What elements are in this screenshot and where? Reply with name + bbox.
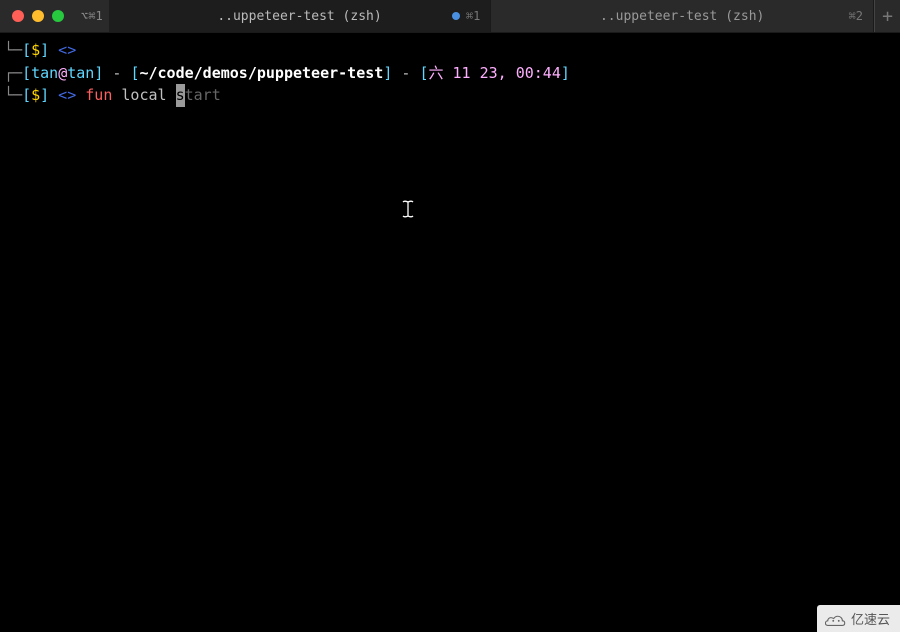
bracket: ] <box>40 39 49 62</box>
angle-marker: <> <box>49 39 85 62</box>
command-fun: fun <box>85 84 112 107</box>
tab-split-shortcut: ⌥⌘1 <box>75 0 109 32</box>
timestamp: 六 11 23, 00:44 <box>428 62 560 85</box>
tab-activity-indicator-icon <box>452 12 460 20</box>
bracket: ] <box>40 84 49 107</box>
space <box>112 84 121 107</box>
angle-marker: <> <box>49 84 85 107</box>
window-controls <box>0 0 75 32</box>
prompt-line-2: ┌─[tan@tan] - [~/code/demos/puppeteer-te… <box>4 62 896 85</box>
bracket: [ <box>22 62 31 85</box>
tab-2-shortcut: ⌘2 <box>849 9 863 23</box>
dollar-sign: $ <box>31 84 40 107</box>
separator: - <box>392 62 419 85</box>
titlebar: ⌥⌘1 ..uppeteer-test (zsh) ⌘1 ..uppeteer-… <box>0 0 900 33</box>
at-sign: @ <box>58 62 67 85</box>
bracket: ] <box>94 62 103 85</box>
prompt-line-3: └─[$] <> fun local start <box>4 84 896 107</box>
username: tan <box>31 62 58 85</box>
bracket: [ <box>130 62 139 85</box>
bracket: [ <box>22 39 31 62</box>
watermark-text: 亿速云 <box>851 609 890 628</box>
watermark: 亿速云 <box>817 605 900 632</box>
tree-char: ┌─ <box>4 62 22 85</box>
bracket: ] <box>383 62 392 85</box>
bracket: ] <box>561 62 570 85</box>
tab-2-title: ..uppeteer-test (zsh) <box>600 9 764 24</box>
dollar-sign: $ <box>31 39 40 62</box>
tree-char: └─ <box>4 84 22 107</box>
bracket: [ <box>419 62 428 85</box>
hostname: tan <box>67 62 94 85</box>
current-path: ~/code/demos/puppeteer-test <box>139 62 383 85</box>
bracket: [ <box>22 84 31 107</box>
autosuggestion: tart <box>185 84 221 107</box>
new-tab-button[interactable]: + <box>874 0 900 32</box>
prompt-line-1: └─[$] <> <box>4 39 896 62</box>
tab-1-title: ..uppeteer-test (zsh) <box>217 9 381 24</box>
terminal-content[interactable]: └─[$] <> ┌─[tan@tan] - [~/code/demos/pup… <box>0 33 900 113</box>
watermark-cloud-icon <box>825 611 847 627</box>
cursor: s <box>176 84 185 107</box>
maximize-window-icon[interactable] <box>52 10 64 22</box>
close-window-icon[interactable] <box>12 10 24 22</box>
tab-1-shortcut: ⌘1 <box>466 9 480 23</box>
separator: - <box>103 62 130 85</box>
text-cursor-icon <box>400 200 416 218</box>
tab-2[interactable]: ..uppeteer-test (zsh) ⌘2 <box>491 0 874 32</box>
minimize-window-icon[interactable] <box>32 10 44 22</box>
command-local: local <box>121 84 175 107</box>
tab-1[interactable]: ..uppeteer-test (zsh) ⌘1 <box>109 0 492 32</box>
tree-char: └─ <box>4 39 22 62</box>
